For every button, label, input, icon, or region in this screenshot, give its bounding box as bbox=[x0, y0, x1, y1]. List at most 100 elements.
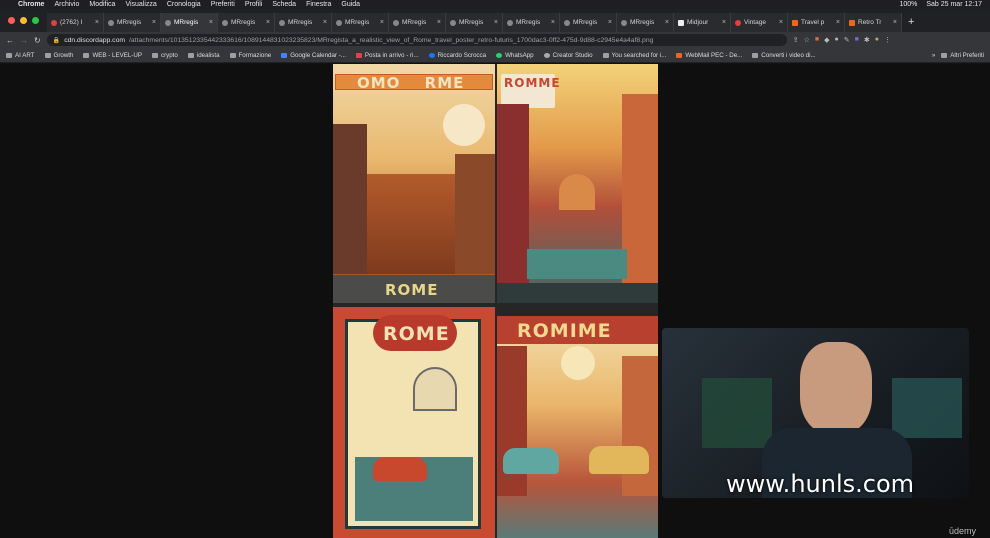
browser-tab[interactable]: MRregis × bbox=[503, 13, 560, 32]
bookmark-link[interactable]: WhatsApp bbox=[496, 52, 534, 59]
close-tab-icon[interactable]: × bbox=[437, 19, 441, 26]
webmail-icon bbox=[676, 52, 683, 58]
address-bar[interactable]: 🔒 cdn.discordapp.com/attachments/1013512… bbox=[46, 34, 787, 46]
building-shape bbox=[622, 94, 658, 284]
reload-icon[interactable]: ↻ bbox=[34, 36, 41, 45]
maximize-window-button[interactable] bbox=[32, 17, 39, 24]
discord-favicon-icon bbox=[621, 19, 627, 26]
browser-tab[interactable]: MRregis × bbox=[446, 13, 503, 32]
extension-icon[interactable]: ■ bbox=[855, 36, 859, 44]
close-tab-icon[interactable]: × bbox=[551, 19, 555, 26]
menu-modifica[interactable]: Modifica bbox=[89, 1, 115, 8]
menu-finestra[interactable]: Finestra bbox=[306, 1, 331, 8]
bookmark-link[interactable]: You searched for i... bbox=[602, 52, 666, 59]
close-window-button[interactable] bbox=[8, 17, 15, 24]
minimize-window-button[interactable] bbox=[20, 17, 27, 24]
folder-icon bbox=[151, 52, 158, 58]
bookmark-folder[interactable]: Formazione bbox=[229, 52, 271, 59]
menu-visualizza[interactable]: Visualizza bbox=[125, 1, 156, 8]
bookmarks-more-button[interactable]: » bbox=[932, 52, 935, 59]
menu-app-name[interactable]: Chrome bbox=[18, 1, 44, 8]
poster-title: ROME bbox=[383, 323, 450, 345]
bookmark-folder[interactable]: idealista bbox=[187, 52, 220, 59]
browser-tab[interactable]: MRregis × bbox=[617, 13, 674, 32]
poster-grid-image[interactable]: OMO RME ROME ROMME ROME ROMIME bbox=[333, 64, 658, 538]
discord-favicon-icon bbox=[279, 19, 285, 26]
page-icon bbox=[752, 52, 759, 58]
menu-guida[interactable]: Guida bbox=[341, 1, 360, 8]
close-tab-icon[interactable]: × bbox=[608, 19, 612, 26]
share-icon[interactable]: ⇪ bbox=[793, 36, 799, 44]
bookmark-link[interactable]: WebMail PEC - De... bbox=[676, 52, 742, 59]
discord-favicon-icon bbox=[108, 19, 114, 26]
kebab-menu-icon[interactable]: ⋮ bbox=[884, 36, 891, 44]
menu-scheda[interactable]: Scheda bbox=[272, 1, 296, 8]
browser-tab[interactable]: MRregis × bbox=[332, 13, 389, 32]
close-tab-icon[interactable]: × bbox=[380, 19, 384, 26]
battery-level[interactable]: 100% bbox=[899, 1, 917, 8]
bookmark-folder[interactable]: AI ART bbox=[6, 52, 35, 59]
close-tab-icon[interactable]: × bbox=[893, 19, 897, 26]
browser-tab[interactable]: Vintage × bbox=[731, 13, 788, 32]
extension-icon[interactable]: ✎ bbox=[844, 36, 850, 44]
extension-icon[interactable]: ◆ bbox=[824, 36, 829, 44]
menu-preferiti[interactable]: Preferiti bbox=[211, 1, 235, 8]
close-tab-icon[interactable]: × bbox=[152, 19, 156, 26]
creator-studio-icon bbox=[543, 52, 550, 58]
other-bookmarks-folder[interactable]: Altri Preferiti bbox=[941, 52, 984, 59]
bookmark-link[interactable]: Google Calendar -... bbox=[281, 52, 346, 59]
building-shape bbox=[455, 154, 495, 274]
street-shape bbox=[527, 249, 627, 279]
close-tab-icon[interactable]: × bbox=[779, 19, 783, 26]
bookmark-folder[interactable]: WEB - LEVEL-UP bbox=[83, 52, 142, 59]
browser-tab[interactable]: MRregis × bbox=[275, 13, 332, 32]
close-tab-icon[interactable]: × bbox=[494, 19, 498, 26]
browser-tab[interactable]: MRregis × bbox=[104, 13, 161, 32]
browser-tab[interactable]: Travel p × bbox=[788, 13, 845, 32]
menu-profili[interactable]: Profili bbox=[245, 1, 263, 8]
building-shape bbox=[622, 356, 658, 496]
close-tab-icon[interactable]: × bbox=[209, 19, 213, 26]
menu-archivio[interactable]: Archivio bbox=[54, 1, 79, 8]
browser-tab[interactable]: Retro Tr × bbox=[845, 13, 902, 32]
car-shape bbox=[503, 448, 559, 474]
browser-tab[interactable]: MRregis × bbox=[218, 13, 275, 32]
extension-icon[interactable]: ■ bbox=[815, 36, 819, 44]
extension-icon[interactable]: ● bbox=[834, 36, 838, 44]
udemy-logo: ūdemy bbox=[949, 526, 977, 536]
puzzle-icon[interactable]: ✱ bbox=[864, 36, 870, 44]
folder-icon bbox=[6, 52, 12, 58]
watermark-text: www.hunls.com bbox=[726, 470, 915, 498]
bookmark-folder[interactable]: crypto bbox=[151, 52, 178, 59]
back-arrow-icon[interactable]: ← bbox=[6, 36, 14, 45]
browser-tab[interactable]: MRregis × bbox=[560, 13, 617, 32]
folder-icon bbox=[83, 52, 90, 58]
close-tab-icon[interactable]: × bbox=[836, 19, 840, 26]
browser-tab[interactable]: (2762) I × bbox=[47, 13, 104, 32]
rome-poster-3: ROME bbox=[333, 307, 495, 538]
profile-avatar[interactable]: ● bbox=[875, 36, 879, 44]
bookmark-link[interactable]: Posta in arrivo - ri... bbox=[355, 52, 419, 59]
close-tab-icon[interactable]: × bbox=[722, 19, 726, 26]
browser-tab-active[interactable]: MRregis × bbox=[161, 13, 218, 32]
building-shape bbox=[333, 124, 367, 274]
menubar-clock[interactable]: Sab 25 mar 12:17 bbox=[926, 1, 982, 8]
browser-tab[interactable]: Midjour × bbox=[674, 13, 731, 32]
close-tab-icon[interactable]: × bbox=[95, 19, 99, 26]
car-shape bbox=[589, 446, 649, 474]
menu-cronologia[interactable]: Cronologia bbox=[167, 1, 201, 8]
bookmark-link[interactable]: Converti i video di... bbox=[752, 52, 816, 59]
browser-tab[interactable]: MRregis × bbox=[389, 13, 446, 32]
etsy-favicon-icon bbox=[792, 19, 798, 26]
forward-arrow-icon[interactable]: → bbox=[20, 36, 28, 45]
bookmark-link[interactable]: Riccardo Scrocca bbox=[428, 52, 486, 59]
rome-poster-2: ROMME bbox=[497, 64, 658, 303]
bookmark-star-icon[interactable]: ☆ bbox=[804, 36, 810, 44]
new-tab-button[interactable]: + bbox=[902, 16, 920, 32]
dome-shape bbox=[413, 367, 457, 411]
close-tab-icon[interactable]: × bbox=[323, 19, 327, 26]
bookmark-link[interactable]: Creator Studio bbox=[543, 52, 593, 59]
close-tab-icon[interactable]: × bbox=[266, 19, 270, 26]
close-tab-icon[interactable]: × bbox=[665, 19, 669, 26]
bookmark-folder[interactable]: Growth bbox=[44, 52, 73, 59]
